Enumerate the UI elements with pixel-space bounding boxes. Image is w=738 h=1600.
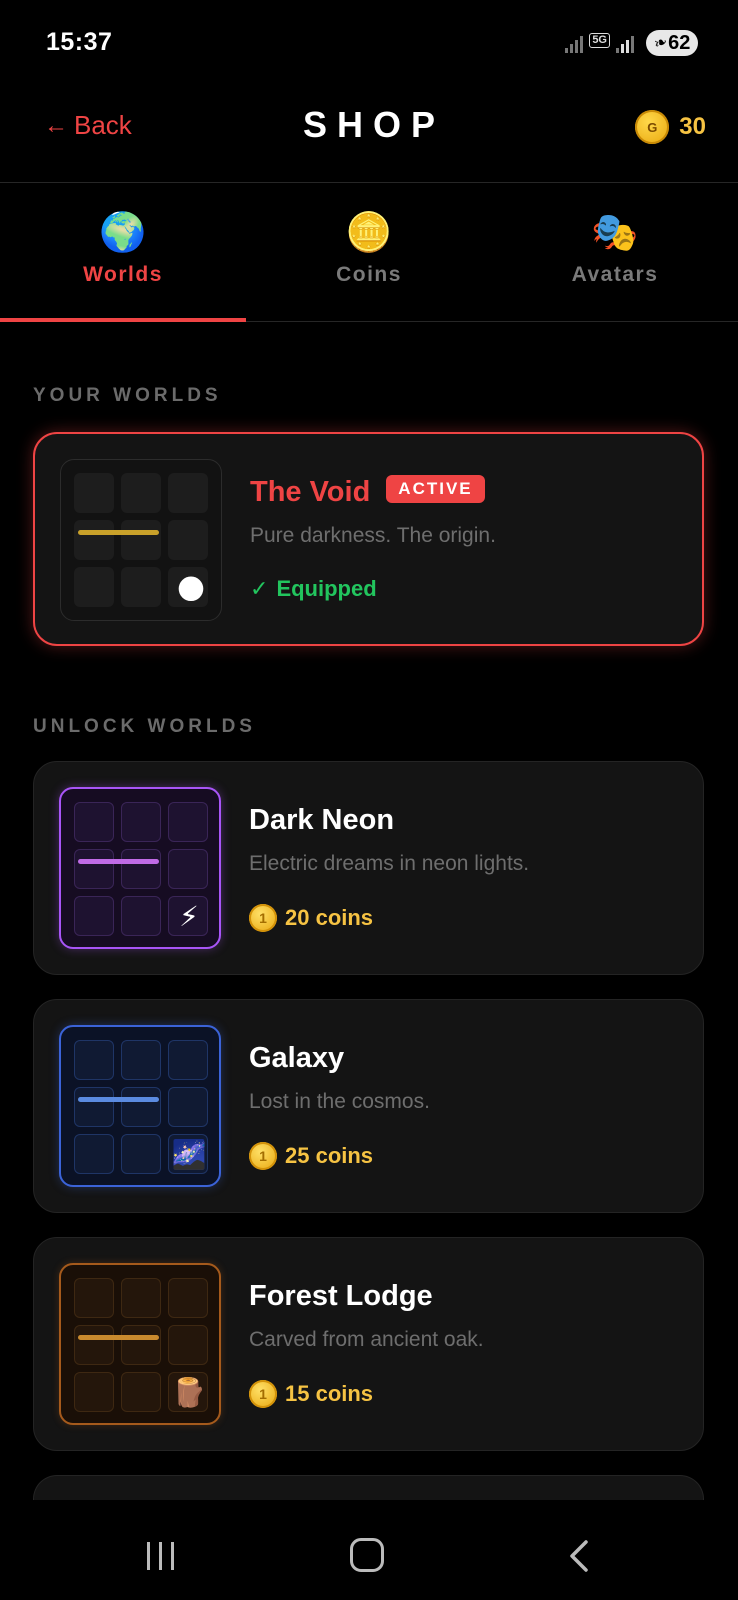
- wood-log-icon: 🪵: [171, 1377, 207, 1408]
- coin-icon: 🪙: [345, 212, 393, 254]
- coin-balance: G 30: [635, 110, 706, 144]
- world-preview: 🌑: [60, 459, 222, 621]
- back-nav-icon[interactable]: [560, 1536, 600, 1576]
- status-bar: 15:37 5G ❧ 62: [0, 0, 738, 86]
- world-card-dark-neon[interactable]: ⚡ Dark Neon Electric dreams in neon ligh…: [33, 761, 704, 975]
- status-time: 15:37: [46, 28, 113, 56]
- world-description: Carved from ancient oak.: [249, 1328, 484, 1351]
- signal-icon: [565, 33, 584, 53]
- tab-worlds[interactable]: 🌍 Worlds: [0, 183, 246, 322]
- network-type: 5G: [589, 32, 610, 48]
- world-card-the-void[interactable]: 🌑 The Void ACTIVE Pure darkness. The orig…: [33, 432, 704, 646]
- world-card-galaxy[interactable]: 🌌 Galaxy Lost in the cosmos. 1 25 coins: [33, 999, 704, 1213]
- coin-balance-value: 30: [679, 113, 706, 140]
- price-label: 20 coins: [285, 905, 374, 930]
- world-price: 1 25 coins: [249, 1142, 373, 1170]
- world-preview: ⚡: [59, 787, 221, 949]
- active-badge: ACTIVE: [386, 475, 485, 504]
- status-indicators: 5G ❧ 62: [565, 28, 698, 58]
- battery-indicator: ❧ 62: [646, 30, 698, 56]
- price-label: 25 coins: [285, 1143, 374, 1168]
- home-button[interactable]: [350, 1538, 384, 1572]
- tab-avatars[interactable]: 🎭 Avatars: [492, 183, 738, 321]
- preview-line: [78, 530, 159, 535]
- world-title: Forest Lodge: [249, 1280, 433, 1312]
- world-preview: 🌌: [59, 1025, 221, 1187]
- section-heading-your-worlds: YOUR WORLDS: [33, 385, 222, 406]
- lightning-icon: ⚡: [179, 901, 199, 932]
- tab-label: Avatars: [571, 263, 659, 286]
- tab-label: Coins: [336, 263, 402, 286]
- checkmark-icon: ✓: [250, 576, 269, 601]
- galaxy-icon: 🌌: [171, 1139, 207, 1170]
- coin-icon: 1: [249, 904, 277, 932]
- globe-icon: 🌍: [99, 212, 147, 254]
- system-navigation-bar: [0, 1500, 738, 1600]
- world-preview: 🪵: [59, 1263, 221, 1425]
- battery-level: 62: [668, 31, 691, 54]
- coin-icon: 1: [249, 1142, 277, 1170]
- coin-icon: 1: [249, 1380, 277, 1408]
- world-description: Pure darkness. The origin.: [250, 524, 496, 547]
- shop-tabs: 🌍 Worlds 🪙 Coins 🎭 Avatars: [0, 183, 738, 322]
- world-card-forest-lodge[interactable]: 🪵 Forest Lodge Carved from ancient oak. …: [33, 1237, 704, 1451]
- preview-line: [78, 859, 159, 864]
- recent-apps-button[interactable]: [147, 1542, 174, 1570]
- section-heading-unlock-worlds: UNLOCK WORLDS: [33, 716, 256, 737]
- world-description: Lost in the cosmos.: [249, 1090, 430, 1113]
- preview-line: [78, 1097, 159, 1102]
- world-title-text: The Void: [250, 476, 371, 508]
- tab-label: Worlds: [83, 263, 163, 286]
- world-price: 1 20 coins: [249, 904, 373, 932]
- equipped-status: ✓ Equipped: [250, 576, 377, 602]
- price-label: 15 coins: [285, 1381, 374, 1406]
- moon-icon: 🌑: [176, 574, 206, 605]
- world-title: Dark Neon: [249, 804, 395, 836]
- shop-header: ← Back SHOP G 30: [0, 86, 738, 183]
- theater-masks-icon: 🎭: [591, 212, 639, 254]
- page-title: SHOP: [302, 104, 446, 145]
- world-description: Electric dreams in neon lights.: [249, 852, 530, 875]
- world-price: 1 15 coins: [249, 1380, 373, 1408]
- gold-coin-icon: G: [635, 110, 670, 144]
- equipped-label: Equipped: [276, 576, 377, 601]
- world-title: The Void ACTIVE: [250, 475, 485, 509]
- signal-icon-2: [616, 33, 634, 53]
- preview-line: [78, 1335, 159, 1340]
- world-title: Galaxy: [249, 1042, 345, 1074]
- tab-coins[interactable]: 🪙 Coins: [246, 183, 492, 321]
